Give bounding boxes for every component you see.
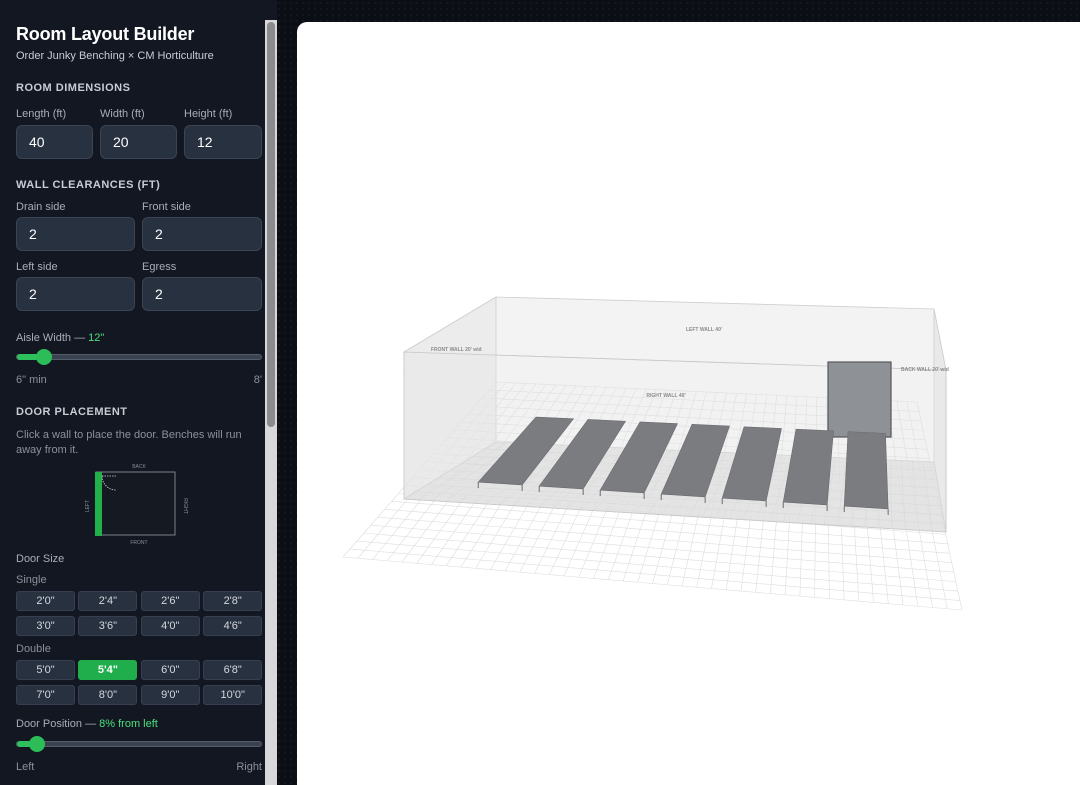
- length-input[interactable]: [16, 125, 93, 159]
- front-wall-label: FRONT WALL 20' wid: [431, 347, 482, 353]
- grid-line: [363, 532, 956, 582]
- map-back-label: BACK: [132, 464, 146, 470]
- room-dimensions-heading: ROOM DIMENSIONS: [16, 82, 131, 94]
- double-label: Double: [16, 643, 51, 655]
- double-size-button[interactable]: 10'0": [203, 685, 263, 705]
- left-side-label: Left side: [16, 261, 58, 273]
- height-label: Height (ft): [184, 108, 233, 120]
- door-placement-map[interactable]: BACK FRONT LEFT RIGHT: [82, 460, 212, 550]
- door-position-min-label: Left: [16, 761, 35, 773]
- door-position-value: 8% from left: [99, 718, 158, 730]
- app-subtitle: Order Junky Benching × CM Horticulture: [16, 50, 214, 62]
- single-size-button[interactable]: 4'0": [140, 616, 200, 636]
- grid-line: [370, 524, 954, 573]
- door[interactable]: [827, 361, 892, 438]
- aisle-max-label: 8': [253, 374, 262, 386]
- single-size-button[interactable]: 2'0": [16, 591, 75, 611]
- map-front-label: FRONT: [130, 540, 147, 546]
- single-size-button[interactable]: 3'6": [78, 616, 138, 636]
- aisle-width-value: 12": [88, 332, 105, 344]
- wall-clearances-heading: WALL CLEARANCES (FT): [16, 179, 161, 191]
- door-placement-heading: DOOR PLACEMENT: [16, 406, 128, 418]
- back-wall-label: BACK WALL 20' wid: [901, 367, 949, 373]
- double-size-button[interactable]: 8'0": [78, 685, 138, 705]
- aisle-width-label: Aisle Width — 12": [16, 332, 104, 344]
- room-3d-scene[interactable]: LEFT WALL 40' RIGHT WALL 40' FRONT WALL …: [297, 22, 1080, 785]
- sidebar: Room Layout Builder Order Junky Benching…: [0, 0, 277, 785]
- door-position-slider[interactable]: [16, 736, 262, 752]
- single-size-button[interactable]: 4'6": [203, 616, 263, 636]
- length-label: Length (ft): [16, 108, 67, 120]
- front-side-label: Front side: [142, 201, 191, 213]
- map-left-label: LEFT: [85, 500, 91, 512]
- double-size-button[interactable]: 7'0": [16, 685, 75, 705]
- sidebar-scrollbar-thumb[interactable]: [267, 22, 275, 427]
- double-size-button[interactable]: 9'0": [140, 685, 200, 705]
- aisle-width-text: Aisle Width —: [16, 332, 89, 344]
- egress-label: Egress: [142, 261, 177, 273]
- right-wall-label: RIGHT WALL 40': [646, 393, 685, 399]
- double-size-button[interactable]: 5'0": [16, 660, 75, 680]
- 3d-viewport[interactable]: LEFT WALL 40' RIGHT WALL 40' FRONT WALL …: [297, 22, 1080, 785]
- aisle-min-label: 6" min: [16, 374, 47, 386]
- width-label: Width (ft): [100, 108, 145, 120]
- single-size-button[interactable]: 2'8": [203, 591, 263, 611]
- drain-side-label: Drain side: [16, 201, 66, 213]
- map-right-label: RIGHT: [182, 498, 188, 514]
- sidebar-scrollbar[interactable]: [265, 20, 277, 785]
- double-size-button[interactable]: 6'8": [203, 660, 263, 680]
- app-title: Room Layout Builder: [16, 24, 195, 44]
- map-selected-wall[interactable]: [95, 472, 102, 536]
- height-input[interactable]: [184, 125, 262, 159]
- left-wall-label: LEFT WALL 40': [686, 327, 722, 333]
- single-label: Single: [16, 574, 47, 586]
- double-size-button[interactable]: 6'0": [140, 660, 200, 680]
- door-position-text: Door Position —: [16, 718, 100, 730]
- left-side-input[interactable]: [16, 277, 135, 311]
- width-input[interactable]: [100, 125, 177, 159]
- door-position-slider-thumb[interactable]: [29, 736, 45, 752]
- single-size-button[interactable]: 3'0": [16, 616, 75, 636]
- door-placement-help: Click a wall to place the door. Benches …: [16, 429, 242, 456]
- egress-input[interactable]: [142, 277, 262, 311]
- drain-side-input[interactable]: [16, 217, 135, 251]
- aisle-width-slider[interactable]: [16, 349, 262, 365]
- single-size-button[interactable]: 2'4": [78, 591, 138, 611]
- bench: [843, 431, 889, 510]
- aisle-width-slider-thumb[interactable]: [36, 349, 52, 365]
- double-size-button[interactable]: 5'4": [78, 660, 138, 680]
- single-size-button[interactable]: 2'6": [140, 591, 200, 611]
- door-position-label: Door Position — 8% from left: [16, 718, 158, 730]
- front-side-input[interactable]: [142, 217, 262, 251]
- door-size-label: Door Size: [16, 553, 65, 565]
- door-position-max-label: Right: [236, 761, 262, 773]
- map-room-outline[interactable]: [95, 471, 176, 536]
